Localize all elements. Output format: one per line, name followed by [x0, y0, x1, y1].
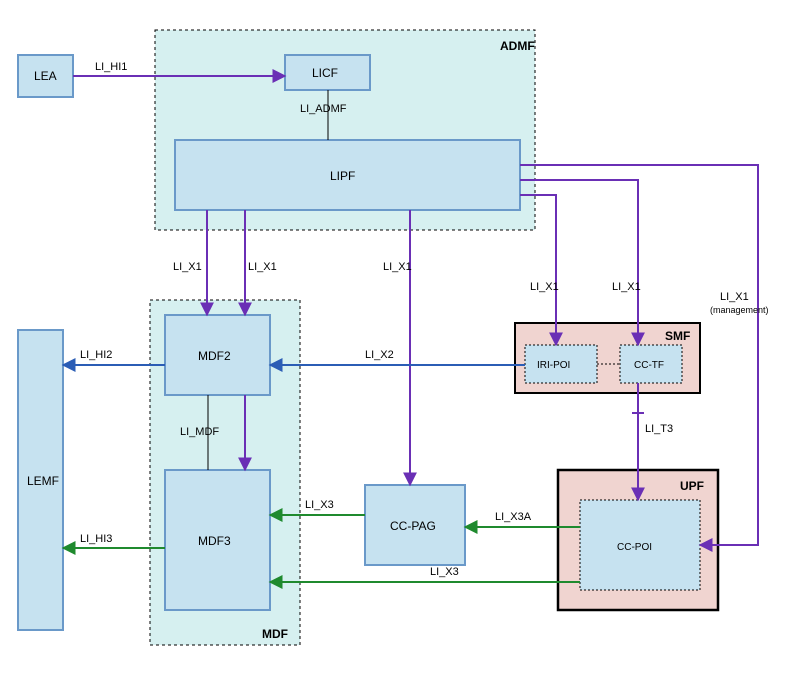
edge-li-mdf-label: LI_MDF [180, 426, 219, 438]
cc-poi-label: CC-POI [617, 542, 652, 553]
mdf3-block: MDF3 [165, 470, 270, 610]
iri-poi-block: IRI-POI [525, 345, 597, 383]
edge-li-admf-label: LI_ADMF [300, 103, 347, 115]
edge-li-x1-mgmt-label: LI_X1 [720, 291, 749, 303]
edge-li-hi2-label: LI_HI2 [80, 349, 112, 361]
edge-li-hi3-label: LI_HI3 [80, 533, 112, 545]
admf-label: ADMF [500, 39, 535, 53]
edge-li-x3a-label: LI_X3A [495, 511, 532, 523]
edge-li-x1-mdf2a-label: LI_X1 [173, 261, 202, 273]
edge-li-hi1-label: LI_HI1 [95, 61, 127, 73]
cc-tf-label: CC-TF [634, 360, 664, 371]
edge-li-x3-ccpag-label: LI_X3 [305, 499, 334, 511]
licf-label: LICF [312, 66, 338, 80]
mdf3-label: MDF3 [198, 534, 231, 548]
upf-label: UPF [680, 479, 704, 493]
lea-block: LEA [18, 55, 73, 97]
edge-li-x1-iripoi-label: LI_X1 [530, 281, 559, 293]
edge-li-x3-ccpoi-label: LI_X3 [430, 566, 459, 578]
licf-block: LICF [285, 55, 370, 90]
edge-li-x2-label: LI_X2 [365, 349, 394, 361]
edge-li-x1-mgmt-sub: (management) [710, 305, 769, 315]
lea-label: LEA [34, 69, 57, 83]
edge-li-x1-mdf2b-label: LI_X1 [248, 261, 277, 273]
cc-pag-label: CC-PAG [390, 519, 436, 533]
cc-tf-block: CC-TF [620, 345, 682, 383]
edge-li-x1-cctf-label: LI_X1 [612, 281, 641, 293]
edge-li-x1-ccpag-label: LI_X1 [383, 261, 412, 273]
lemf-label: LEMF [27, 474, 59, 488]
lemf-block: LEMF [18, 330, 63, 630]
lipf-label: LIPF [330, 169, 355, 183]
iri-poi-label: IRI-POI [537, 360, 570, 371]
mdf2-label: MDF2 [198, 349, 231, 363]
cc-pag-block: CC-PAG [365, 485, 465, 565]
smf-label: SMF [665, 329, 690, 343]
cc-poi-block: CC-POI [580, 500, 700, 590]
edge-li-t3-label: LI_T3 [645, 423, 673, 435]
mdf-label: MDF [262, 627, 288, 641]
lipf-block: LIPF [175, 140, 520, 210]
mdf2-block: MDF2 [165, 315, 270, 395]
